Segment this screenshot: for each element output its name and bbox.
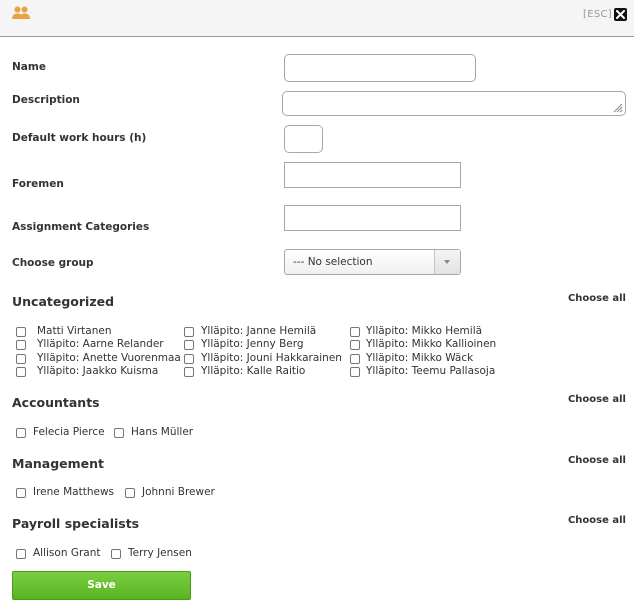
chevron-down-icon: [444, 260, 450, 264]
checkbox[interactable]: [16, 549, 26, 559]
choose-all-accountants[interactable]: Choose all: [568, 394, 626, 405]
description-label: Description: [12, 94, 80, 106]
assignment-categories-label: Assignment Categories: [12, 221, 150, 233]
assignment-categories-input[interactable]: [284, 205, 461, 231]
checkbox[interactable]: [16, 428, 26, 438]
choose-all-payroll[interactable]: Choose all: [568, 515, 626, 526]
section-title-uncategorized: Uncategorized: [12, 294, 115, 309]
section-title-payroll: Payroll specialists: [12, 516, 140, 531]
checkbox[interactable]: [114, 428, 124, 438]
section-title-management: Management: [12, 456, 105, 471]
checkbox[interactable]: [184, 327, 194, 337]
checkbox[interactable]: [350, 327, 360, 337]
choose-all-management[interactable]: Choose all: [568, 455, 626, 466]
choose-group-label: Choose group: [12, 257, 94, 269]
work-hours-label: Default work hours (h): [12, 132, 147, 144]
checkbox[interactable]: [16, 340, 26, 350]
choose-group-value: --- No selection: [293, 256, 373, 268]
section-title-accountants: Accountants: [12, 395, 100, 410]
checkbox[interactable]: [16, 354, 26, 364]
checkbox[interactable]: [184, 340, 194, 350]
checkbox[interactable]: [16, 367, 26, 377]
checkbox[interactable]: [16, 488, 26, 498]
work-hours-input[interactable]: [284, 125, 323, 153]
esc-hint: [ESC]: [583, 9, 612, 20]
description-textarea[interactable]: [282, 91, 626, 116]
name-label: Name: [12, 61, 46, 73]
checkbox[interactable]: [184, 354, 194, 364]
checkbox[interactable]: [350, 367, 360, 377]
foremen-input[interactable]: [284, 162, 461, 188]
checkbox[interactable]: [350, 340, 360, 350]
close-icon[interactable]: [614, 8, 627, 21]
dialog-header: [ESC]: [0, 0, 634, 37]
checkbox[interactable]: [111, 549, 121, 559]
choose-group-select[interactable]: --- No selection: [284, 249, 461, 275]
group-icon: [11, 5, 31, 21]
checkbox[interactable]: [16, 327, 26, 337]
checkbox[interactable]: [125, 488, 135, 498]
name-input[interactable]: [284, 54, 476, 82]
resize-grip-icon[interactable]: [611, 101, 623, 113]
checkbox[interactable]: [184, 367, 194, 377]
checkbox[interactable]: [350, 354, 360, 364]
select-toggle[interactable]: [434, 250, 460, 274]
foremen-label: Foremen: [12, 178, 64, 190]
save-button[interactable]: Save: [12, 571, 191, 600]
choose-all-uncategorized[interactable]: Choose all: [568, 293, 626, 304]
